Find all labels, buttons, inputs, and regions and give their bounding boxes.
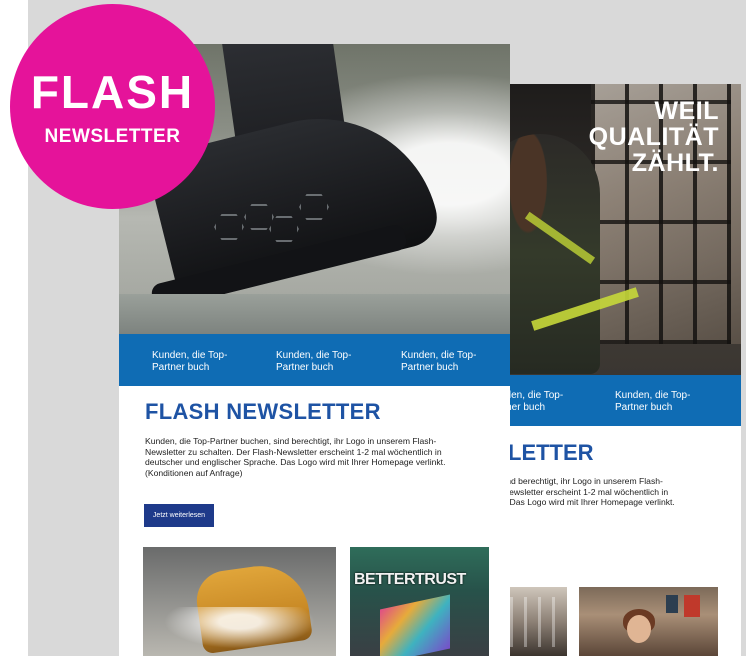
hero-headline: WEIL QUALITÄT ZÄHLT. — [588, 97, 719, 177]
badge-title: FLASH — [30, 66, 195, 118]
partner-slot[interactable]: Kunden, die Top- Partner buch — [401, 350, 491, 374]
newsletter-preview-back: WEIL QUALITÄT ZÄHLT. nden, die Top- rtne… — [500, 84, 741, 656]
flash-newsletter-badge: FLASH NEWSLETTER — [10, 4, 215, 209]
partner-band: nden, die Top- rtner buch Kunden, die To… — [500, 375, 741, 426]
partner-slot[interactable]: Kunden, die Top- Partner buch — [615, 390, 690, 414]
newsletter-body: Kunden, die Top-Partner buchen, sind ber… — [145, 436, 446, 478]
newsletter-title: FLASH NEWSLETTER — [145, 399, 381, 424]
partner-slot[interactable]: Kunden, die Top- Partner buch — [276, 350, 366, 374]
hero-image-worker: WEIL QUALITÄT ZÄHLT. — [500, 84, 741, 375]
thumbnail-image[interactable] — [500, 587, 567, 656]
thumbnail-image[interactable] — [143, 547, 336, 656]
newsletter-body: sind berechtigt, ihr Logo in unserem Fla… — [500, 476, 675, 507]
partner-slot[interactable]: Kunden, die Top- Partner buch — [152, 350, 242, 374]
newsletter-title: LETTER — [508, 440, 594, 465]
thumbnail-sign-text: BETTERTRUST — [354, 571, 466, 588]
read-more-button[interactable]: Jetzt weiterlesen — [144, 504, 214, 527]
badge-subtitle: NEWSLETTER — [44, 126, 181, 147]
partner-band: Kunden, die Top- Partner buch Kunden, di… — [119, 334, 510, 386]
thumbnail-image[interactable] — [579, 587, 718, 656]
thumbnail-image[interactable]: BETTERTRUST — [350, 547, 489, 656]
